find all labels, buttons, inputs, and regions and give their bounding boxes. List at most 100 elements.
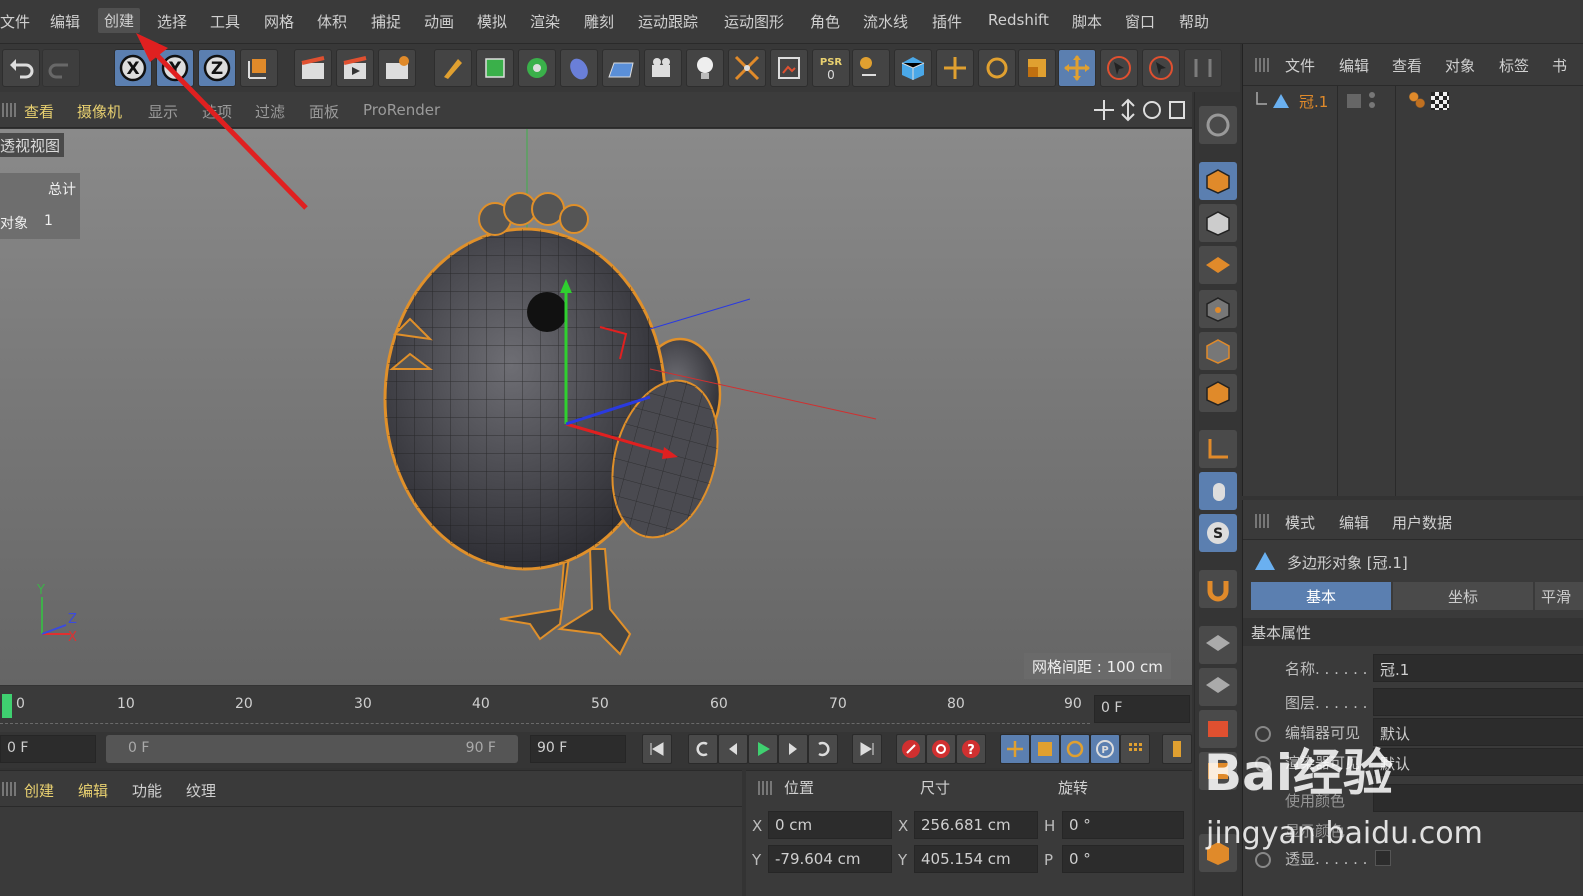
select-tool-alt-button[interactable] xyxy=(1142,49,1180,87)
start-frame-field[interactable]: 0 F xyxy=(0,735,96,763)
menu-mograph[interactable]: 运动图形 xyxy=(724,11,784,32)
viewport-menu-camera[interactable]: 摄像机 xyxy=(77,101,122,122)
axis-z-lock-button[interactable]: Z xyxy=(198,49,236,87)
menu-sculpt[interactable]: 雕刻 xyxy=(584,11,614,32)
prev-key-button[interactable] xyxy=(688,734,718,764)
axis-modifier-button[interactable] xyxy=(852,49,890,87)
go-to-start-button[interactable] xyxy=(642,734,672,764)
attr-menu-userdata[interactable]: 用户数据 xyxy=(1392,512,1452,533)
key-parameter-button[interactable]: P xyxy=(1090,734,1120,764)
select-tool-button[interactable] xyxy=(1100,49,1138,87)
range-slider[interactable]: 0 F 90 F xyxy=(106,735,518,763)
points-mode-button[interactable] xyxy=(1199,290,1237,328)
menu-edit[interactable]: 编辑 xyxy=(50,11,80,32)
om-menu-view[interactable]: 查看 xyxy=(1392,55,1422,76)
chicken-model[interactable] xyxy=(383,192,734,656)
redo-button[interactable] xyxy=(42,49,80,87)
live-selection-button[interactable] xyxy=(1058,49,1096,87)
render-settings-button[interactable] xyxy=(378,49,416,87)
menu-plugins[interactable]: 插件 xyxy=(932,11,962,32)
perspective-viewport[interactable]: 透视视图 总计 对象 1 Y Z X 网格间距: 100 cm xyxy=(0,129,1192,685)
menu-mesh[interactable]: 网格 xyxy=(264,11,294,32)
solo-button[interactable]: S xyxy=(1199,514,1237,552)
menu-script[interactable]: 脚本 xyxy=(1072,11,1102,32)
light-button[interactable] xyxy=(686,49,724,87)
viewport-menu-filter[interactable]: 过滤 xyxy=(255,101,285,122)
picture-viewer-button[interactable] xyxy=(770,49,808,87)
viewport-menu-display[interactable]: 显示 xyxy=(148,101,178,122)
model-mode-button[interactable] xyxy=(1199,162,1237,200)
deformer-button[interactable] xyxy=(560,49,598,87)
menu-render[interactable]: 渲染 xyxy=(530,11,560,32)
render-dot-icon[interactable] xyxy=(1369,102,1375,108)
cube-button[interactable] xyxy=(894,49,932,87)
timeline-ruler[interactable]: 0 10 20 30 40 50 60 70 80 90 0 F xyxy=(0,686,1192,732)
om-menu-file[interactable]: 文件 xyxy=(1285,55,1315,76)
tab-smoothing[interactable]: 平滑 xyxy=(1535,582,1583,610)
axis-mode-button[interactable] xyxy=(1199,430,1237,468)
key-rotation-button[interactable] xyxy=(1060,734,1090,764)
render-visible-select[interactable]: 默认 xyxy=(1373,748,1583,776)
playhead-marker[interactable] xyxy=(2,694,12,718)
render-view-button[interactable] xyxy=(294,49,332,87)
layer-swatch-icon[interactable] xyxy=(1347,94,1361,108)
autokey-button[interactable] xyxy=(926,734,956,764)
menu-file[interactable]: 文件 xyxy=(0,11,30,32)
visibility-dot-icon[interactable] xyxy=(1369,92,1375,98)
end-frame-field[interactable]: 90 F xyxy=(530,735,626,763)
radio-icon[interactable] xyxy=(1255,726,1271,742)
material-tag-icon[interactable] xyxy=(1431,92,1449,110)
go-to-end-button[interactable] xyxy=(852,734,882,764)
position-y-field[interactable]: -79.604 cm xyxy=(768,845,892,873)
editor-visible-select[interactable]: 默认 xyxy=(1373,718,1583,746)
menu-volume[interactable]: 体积 xyxy=(317,11,347,32)
record-button[interactable] xyxy=(896,734,926,764)
pen-tool-button[interactable] xyxy=(434,49,472,87)
viewport-menu-prorender[interactable]: ProRender xyxy=(363,101,440,119)
om-menu-tags[interactable]: 标签 xyxy=(1499,55,1529,76)
spot-light-button[interactable] xyxy=(728,49,766,87)
next-frame-button[interactable] xyxy=(778,734,808,764)
menu-redshift[interactable]: Redshift xyxy=(988,11,1049,29)
panel-grip[interactable] xyxy=(1255,58,1269,72)
menu-tools[interactable]: 工具 xyxy=(210,11,240,32)
object-row[interactable]: 冠.1 xyxy=(1243,88,1583,114)
menu-snap[interactable]: 捕捉 xyxy=(371,11,401,32)
size-y-field[interactable]: 405.154 cm xyxy=(914,845,1038,873)
object-name[interactable]: 冠.1 xyxy=(1299,91,1328,112)
viewport-menu-view[interactable]: 查看 xyxy=(24,101,54,122)
tweak-mode-button[interactable] xyxy=(1199,472,1237,510)
menu-animate[interactable]: 动画 xyxy=(424,11,454,32)
panel-grip[interactable] xyxy=(2,782,16,796)
current-frame-field[interactable]: 0 F xyxy=(1094,695,1190,723)
menu-simulate[interactable]: 模拟 xyxy=(477,11,507,32)
prev-frame-button[interactable] xyxy=(718,734,748,764)
size-x-field[interactable]: 256.681 cm xyxy=(914,811,1038,839)
axis-y-lock-button[interactable]: Y xyxy=(156,49,194,87)
key-position-button[interactable] xyxy=(1000,734,1030,764)
timeline-options-button[interactable] xyxy=(1162,734,1192,764)
frame-button[interactable] xyxy=(1199,710,1237,748)
panel-grip[interactable] xyxy=(2,103,16,117)
menu-window[interactable]: 窗口 xyxy=(1125,11,1155,32)
camera-button[interactable] xyxy=(644,49,682,87)
floor-button[interactable] xyxy=(602,49,640,87)
move-tool-button[interactable] xyxy=(936,49,974,87)
undo-button[interactable] xyxy=(2,49,40,87)
make-editable-button[interactable] xyxy=(1199,106,1237,144)
key-scale-button[interactable] xyxy=(1030,734,1060,764)
subdivision-button[interactable] xyxy=(476,49,514,87)
tab-coordinates[interactable]: 坐标 xyxy=(1393,582,1533,610)
mat-menu-create[interactable]: 创建 xyxy=(24,780,54,801)
radio-icon[interactable] xyxy=(1255,852,1271,868)
panel-grip[interactable] xyxy=(1255,514,1269,528)
viewport-menu-options[interactable]: 选项 xyxy=(202,101,232,122)
snap-button[interactable] xyxy=(1199,570,1237,608)
menu-pipeline[interactable]: 流水线 xyxy=(863,11,908,32)
mat-menu-edit[interactable]: 编辑 xyxy=(78,780,108,801)
extra-tools-button[interactable] xyxy=(1184,49,1222,87)
edges-mode-button[interactable] xyxy=(1199,332,1237,370)
cloner-button[interactable] xyxy=(518,49,556,87)
rotate-tool-button[interactable] xyxy=(978,49,1016,87)
viewport-menu-panel[interactable]: 面板 xyxy=(309,101,339,122)
